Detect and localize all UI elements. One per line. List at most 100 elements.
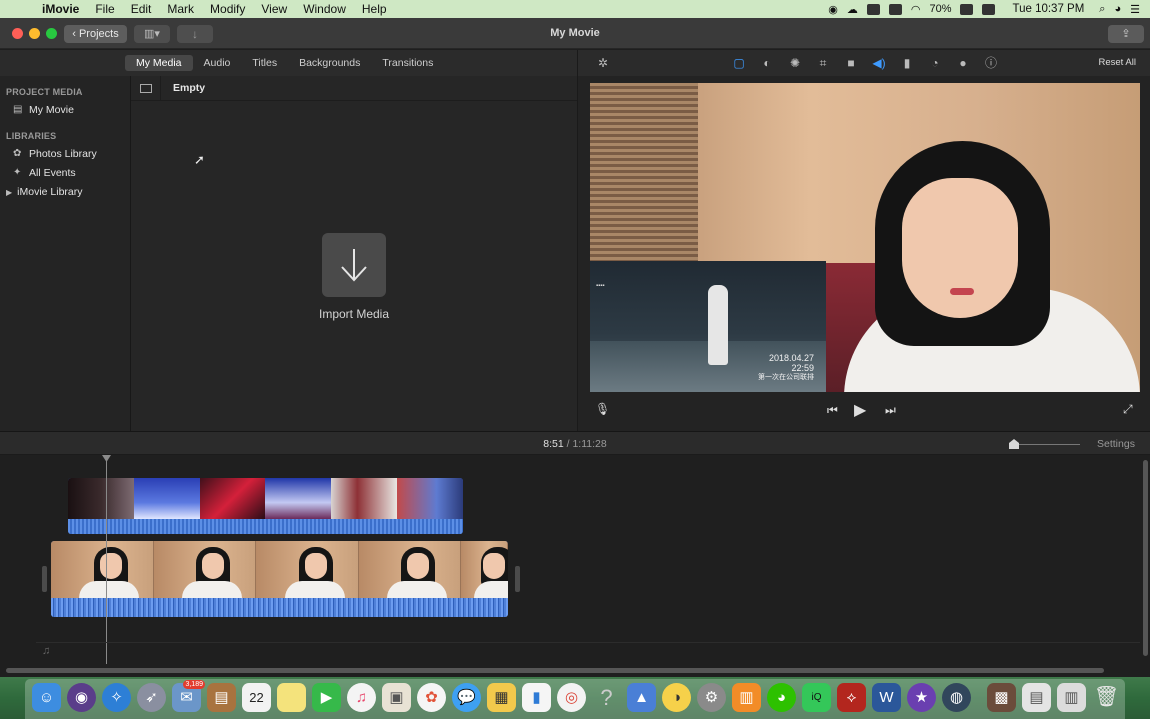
keynote-icon[interactable]: ▲ — [627, 683, 656, 712]
mail-icon[interactable]: ✉ 3,189 — [172, 680, 205, 712]
battery-icon[interactable] — [960, 3, 974, 15]
calendar-icon[interactable]: 22 — [242, 683, 271, 712]
contacts-icon[interactable]: ▤ — [207, 683, 236, 712]
numbers-icon[interactable]: ▮ — [522, 683, 551, 712]
messages-icon[interactable]: 💬 — [452, 683, 481, 712]
fullscreen-icon[interactable]: ⤢ — [1123, 402, 1133, 417]
crop-icon[interactable]: ⌗ — [816, 56, 830, 70]
playhead[interactable] — [106, 457, 107, 664]
filter-label[interactable]: Empty — [161, 82, 205, 94]
help-icon[interactable]: ? — [592, 683, 621, 712]
disclosure-triangle-icon[interactable]: ▶ — [6, 188, 12, 197]
iqiyi-icon[interactable]: iQ — [802, 683, 831, 712]
user-icon[interactable]: ◕ — [1114, 3, 1121, 15]
timeline[interactable]: ♫ — [0, 455, 1150, 677]
menu-view[interactable]: View — [253, 2, 295, 16]
skip-forward-icon[interactable]: ⏭ — [885, 403, 896, 418]
broll-clip[interactable] — [68, 478, 463, 534]
sidebar-item-my-movie[interactable]: ▤ My Movie — [0, 101, 130, 119]
skip-back-icon[interactable]: ⏮ — [827, 403, 838, 418]
sidebar-item-photos-library[interactable]: ✿ Photos Library — [0, 145, 130, 163]
libraries-sidebar: PROJECT MEDIA ▤ My Movie LIBRARIES ✿ Pho… — [0, 76, 131, 431]
stickies-icon[interactable]: ▦ — [487, 683, 516, 712]
document-icon[interactable]: ▤ — [1022, 683, 1051, 712]
sidebar-item-label: iMovie Library — [17, 186, 83, 198]
share-button[interactable]: ⇪ — [1108, 25, 1144, 43]
chrome-icon[interactable]: ◎ — [557, 683, 586, 712]
clock[interactable]: Tue 10:37 PM — [1012, 3, 1084, 15]
timeline-settings-button[interactable]: Settings — [1097, 438, 1135, 450]
broll-thumbnails — [68, 478, 463, 519]
app-icon[interactable]: ◑ — [662, 683, 691, 712]
music-well[interactable]: ♫ — [36, 642, 1140, 659]
main-video-clip[interactable] — [51, 541, 508, 617]
horizontal-scrollbar[interactable] — [6, 668, 1104, 673]
input-method-icon[interactable] — [982, 3, 996, 15]
main-clip-thumbnails — [51, 541, 508, 598]
time-separator: / — [566, 438, 570, 450]
crop-overlay-icon[interactable]: ▢ — [732, 56, 746, 70]
tab-backgrounds[interactable]: Backgrounds — [288, 55, 371, 71]
color-balance-icon[interactable]: ◐ — [760, 56, 774, 70]
menu-edit[interactable]: Edit — [123, 2, 160, 16]
books-icon[interactable]: ▥ — [732, 683, 761, 712]
record-icon[interactable]: ◉ — [828, 3, 838, 16]
finder-icon[interactable]: ☺ — [32, 683, 61, 712]
menu-window[interactable]: Window — [295, 2, 354, 16]
wechat-icon[interactable]: ◕ — [767, 683, 796, 712]
menu-help[interactable]: Help — [354, 2, 395, 16]
battery-label[interactable]: 70% — [929, 3, 951, 15]
preview-icon[interactable]: ▣ — [382, 683, 411, 712]
siri-icon[interactable]: ◉ — [67, 683, 96, 712]
facetime-icon[interactable]: ▶ — [312, 683, 341, 712]
menu-modify[interactable]: Modify — [202, 2, 253, 16]
word-icon[interactable]: W — [872, 683, 901, 712]
toggle-sidebar-button[interactable] — [131, 75, 161, 101]
wifi-icon[interactable]: ◠ — [911, 3, 921, 16]
sidebar-item-imovie-library[interactable]: ▶ iMovie Library — [0, 183, 130, 201]
tab-titles[interactable]: Titles — [241, 55, 288, 71]
display-icon[interactable] — [866, 3, 880, 15]
speed-icon[interactable]: ◔ — [928, 56, 942, 70]
quicktime-icon[interactable]: ◍ — [942, 683, 971, 712]
spotlight-icon[interactable]: ⌕ — [1099, 3, 1105, 16]
import-media-button[interactable] — [322, 233, 386, 297]
info-icon[interactable]: ⓘ — [984, 56, 998, 70]
clip-filter-icon[interactable]: ● — [956, 56, 970, 70]
image-file-icon[interactable]: ▩ — [987, 683, 1016, 712]
sidebar-item-all-events[interactable]: ✦ All Events — [0, 164, 130, 182]
color-correction-icon[interactable]: ✺ — [788, 56, 802, 70]
magic-wand-icon[interactable]: ✲ — [596, 56, 610, 70]
safari-icon[interactable]: ✧ — [102, 683, 131, 712]
launchpad-icon[interactable]: ➶ — [137, 683, 166, 712]
stabilization-icon[interactable]: ■ — [844, 56, 858, 70]
itunes-icon[interactable]: ♫ — [347, 683, 376, 712]
notes-icon[interactable] — [277, 683, 306, 712]
tab-my-media[interactable]: My Media — [125, 55, 193, 71]
volume-icon[interactable]: ◀) — [872, 56, 886, 70]
airplay-icon[interactable] — [888, 3, 902, 15]
zoom-slider-track[interactable] — [1014, 444, 1080, 445]
notification-center-icon[interactable]: ☰ — [1130, 3, 1140, 16]
menu-app-name[interactable]: iMovie — [32, 2, 87, 16]
tab-audio[interactable]: Audio — [193, 55, 242, 71]
mouse-cursor-icon: ➚ — [194, 152, 205, 167]
microphone-icon[interactable]: 🎙 — [595, 402, 610, 416]
vertical-scrollbar[interactable] — [1143, 460, 1148, 656]
noise-reduction-icon[interactable]: ▮ — [900, 56, 914, 70]
menu-file[interactable]: File — [87, 2, 122, 16]
menu-mark[interactable]: Mark — [159, 2, 202, 16]
sidebar-item-label: All Events — [29, 167, 76, 179]
clip-trim-handle-left[interactable] — [42, 566, 47, 592]
acrobat-icon[interactable]: ⟡ — [837, 683, 866, 712]
play-icon[interactable]: ▶ — [854, 400, 866, 420]
clip-trim-handle-right[interactable] — [515, 566, 520, 592]
trash-icon[interactable]: 🗑 — [1092, 683, 1121, 712]
tab-transitions[interactable]: Transitions — [371, 55, 444, 71]
imovie-star-icon[interactable]: ★ — [907, 683, 936, 712]
downloads-icon[interactable]: ▥ — [1057, 683, 1086, 712]
cloud-icon[interactable]: ☁ — [847, 3, 858, 16]
photos-icon[interactable]: ✿ — [417, 683, 446, 712]
reset-all-button[interactable]: Reset All — [1099, 57, 1137, 68]
system-preferences-icon[interactable]: ⚙ — [697, 683, 726, 712]
